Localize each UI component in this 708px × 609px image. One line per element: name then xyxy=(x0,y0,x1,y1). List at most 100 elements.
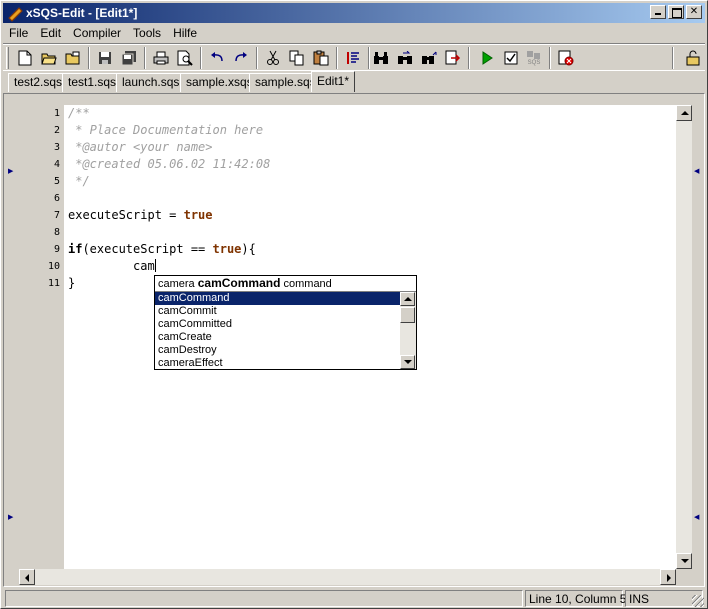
find-next-icon[interactable] xyxy=(395,48,415,68)
sqs-label: SQS xyxy=(527,60,541,66)
autocomplete-item[interactable]: camCommitted xyxy=(155,318,400,331)
popup-scroll-down-button[interactable] xyxy=(400,355,415,369)
minimize-button[interactable] xyxy=(650,5,666,19)
popup-scroll-up-button[interactable] xyxy=(400,292,415,306)
menu-file[interactable]: File xyxy=(3,24,34,42)
toolbar-grip[interactable] xyxy=(6,47,9,69)
save-icon[interactable] xyxy=(95,48,115,68)
paste-icon[interactable] xyxy=(311,48,331,68)
down-arrow-icon xyxy=(681,559,689,563)
tab-sample-xsqs[interactable]: sample.xsqs xyxy=(180,73,259,92)
left-splitter[interactable]: ▶ ▶ xyxy=(6,104,16,584)
sqs-icon[interactable]: SQS xyxy=(523,48,545,68)
scroll-right-button[interactable] xyxy=(660,569,676,585)
vertical-scrollbar[interactable] xyxy=(676,105,692,569)
code-line-2: * Place Documentation here xyxy=(68,123,264,137)
autocomplete-item[interactable]: camCommit xyxy=(155,305,400,318)
window-title: xSQS-Edit - [Edit1*] xyxy=(26,6,138,20)
autocomplete-hint: camera camCommand command xyxy=(155,276,416,292)
document-tabs: test2.sqs test1.sqs launch.sqs sample.xs… xyxy=(3,71,705,93)
autocomplete-item[interactable]: cameraEffect xyxy=(155,357,400,370)
line-number: 5 xyxy=(53,176,60,187)
code-line-7: executeScript = true xyxy=(68,207,213,224)
code-line-9: if(executeScript == true){ xyxy=(68,241,256,258)
scroll-left-button[interactable] xyxy=(19,569,35,585)
status-bar: Line 10, Column 5 INS xyxy=(3,588,705,608)
text-caret xyxy=(154,259,156,272)
left-arrow-icon xyxy=(25,574,29,582)
code-text: executeScript = xyxy=(68,208,184,222)
goto-icon[interactable] xyxy=(443,48,463,68)
hint-selected: camCommand xyxy=(197,276,281,290)
undo-icon[interactable] xyxy=(207,48,227,68)
code-text: (executeScript == xyxy=(82,242,213,256)
line-number: 9 xyxy=(53,244,60,255)
stop-icon[interactable] xyxy=(556,48,576,68)
print-icon[interactable] xyxy=(151,48,171,68)
autocomplete-popup: camera camCommand command camCommand cam… xyxy=(154,275,417,370)
scroll-down-button[interactable] xyxy=(676,553,692,569)
scroll-corner xyxy=(676,569,692,585)
right-arrow-icon xyxy=(667,574,671,582)
line-number: 1 xyxy=(53,108,60,119)
code-text: ){ xyxy=(241,242,256,256)
code-line-4: *@created 05.06.02 11:42:08 xyxy=(68,157,271,171)
find-replace-icon[interactable] xyxy=(419,48,439,68)
open-folder-icon[interactable] xyxy=(39,48,59,68)
line-number: 10 xyxy=(47,261,60,272)
code-line-1: /** xyxy=(68,106,90,120)
tab-test1[interactable]: test1.sqs xyxy=(62,73,123,92)
code-line-3: *@autor <your name> xyxy=(68,140,213,154)
options-icon[interactable] xyxy=(683,48,703,68)
resize-grip-icon[interactable] xyxy=(692,595,704,607)
run-icon[interactable] xyxy=(477,48,497,68)
keyword-true: true xyxy=(183,208,213,222)
up-arrow-icon xyxy=(681,111,689,115)
popup-scroll-thumb[interactable] xyxy=(400,307,415,323)
cut-icon[interactable] xyxy=(263,48,283,68)
autocomplete-item[interactable]: camDestroy xyxy=(155,344,400,357)
code-line-10: cam xyxy=(68,258,156,275)
hint-prefix: camera xyxy=(158,278,198,290)
line-number: 3 xyxy=(53,142,60,153)
maximize-button[interactable] xyxy=(668,5,684,19)
menu-edit[interactable]: Edit xyxy=(34,24,67,42)
line-number: 8 xyxy=(53,227,60,238)
line-number-gutter: 1 2 3 4 5 6 7 8 9 10 11 xyxy=(19,105,65,569)
find-icon[interactable] xyxy=(371,48,391,68)
new-file-icon[interactable] xyxy=(15,48,35,68)
hint-suffix: command xyxy=(280,278,332,290)
check-icon[interactable] xyxy=(501,48,521,68)
tab-test2[interactable]: test2.sqs xyxy=(8,73,69,92)
status-cursor-position: Line 10, Column 5 xyxy=(525,590,626,607)
status-main xyxy=(5,590,523,607)
keyword-true: true xyxy=(212,242,242,256)
autocomplete-list: camCommand camCommit camCommitted camCre… xyxy=(155,292,400,369)
redo-icon[interactable] xyxy=(231,48,251,68)
right-splitter[interactable]: ◀ ◀ xyxy=(692,104,702,584)
print-preview-icon[interactable] xyxy=(175,48,195,68)
up-arrow-icon xyxy=(404,297,412,301)
save-all-icon[interactable] xyxy=(119,48,139,68)
title-bar[interactable]: xSQS-Edit - [Edit1*] ✕ xyxy=(3,3,705,23)
menu-hilfe[interactable]: Hilfe xyxy=(167,24,203,42)
menu-tools[interactable]: Tools xyxy=(127,24,167,42)
line-number: 11 xyxy=(47,278,60,289)
application-window: xSQS-Edit - [Edit1*] ✕ File Edit Compile… xyxy=(0,0,708,609)
tab-launch[interactable]: launch.sqs xyxy=(116,73,186,92)
copy-icon[interactable] xyxy=(287,48,307,68)
open-recent-icon[interactable] xyxy=(63,48,83,68)
autocomplete-scrollbar[interactable] xyxy=(400,292,416,369)
menu-compiler[interactable]: Compiler xyxy=(67,24,127,42)
app-pencil-icon[interactable] xyxy=(6,5,22,21)
horizontal-scrollbar[interactable] xyxy=(19,569,676,585)
toolbar: SQS xyxy=(3,43,705,71)
tab-edit1[interactable]: Edit1* xyxy=(311,71,356,92)
format-icon[interactable] xyxy=(343,48,363,68)
scroll-up-button[interactable] xyxy=(676,105,692,121)
autocomplete-item[interactable]: camCreate xyxy=(155,331,400,344)
line-number: 2 xyxy=(53,125,60,136)
autocomplete-item[interactable]: camCommand xyxy=(155,292,400,305)
close-button[interactable]: ✕ xyxy=(686,5,702,19)
code-text: cam xyxy=(68,259,155,273)
